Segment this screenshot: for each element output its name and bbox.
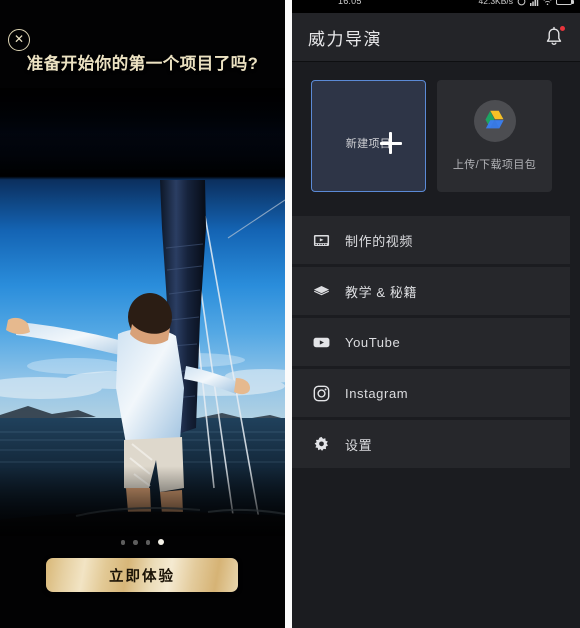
battery-icon bbox=[556, 0, 574, 5]
upload-download-card[interactable]: 上传/下载项目包 bbox=[437, 80, 552, 192]
menu-label: Instagram bbox=[345, 385, 409, 401]
menu-label: 制作的视频 bbox=[345, 233, 414, 249]
menu-item-produced-videos[interactable]: 制作的视频 bbox=[292, 216, 570, 264]
network-speed-label: 42.3KB/s bbox=[478, 0, 514, 6]
wifi-icon bbox=[543, 0, 552, 6]
panel-divider bbox=[285, 0, 292, 628]
menu-item-tutorials[interactable]: 教学 & 秘籍 bbox=[292, 267, 570, 315]
screenshot-root: ✕ 准备开始你的第一个项目了吗? 立即体验 16:05 42.3KB/s 威力导… bbox=[0, 0, 580, 628]
menu-item-youtube[interactable]: YouTube bbox=[292, 318, 570, 366]
onboarding-photo bbox=[0, 88, 285, 536]
project-cards: 新建项目 上传/下载项目包 bbox=[292, 62, 580, 192]
google-drive-icon bbox=[473, 100, 516, 142]
app-header: 威力导演 bbox=[292, 13, 580, 62]
status-indicators: 42.3KB/s bbox=[478, 0, 574, 6]
bell-icon[interactable] bbox=[544, 26, 565, 48]
status-bar: 16:05 42.3KB/s bbox=[292, 0, 580, 13]
upload-download-label: 上传/下载项目包 bbox=[452, 159, 537, 171]
try-now-button[interactable]: 立即体验 bbox=[46, 558, 238, 592]
carousel-dot[interactable] bbox=[120, 540, 126, 545]
instagram-icon bbox=[313, 385, 330, 402]
menu-item-settings[interactable]: 设置 bbox=[292, 420, 570, 468]
close-circle-icon[interactable]: ✕ bbox=[8, 29, 30, 51]
carousel-dot[interactable] bbox=[145, 540, 151, 545]
app-panel: 16:05 42.3KB/s 威力导演 新建项目 上传/下载项目包 制作的视频 … bbox=[292, 0, 580, 628]
menu-label: 设置 bbox=[345, 437, 373, 453]
carousel-dot[interactable] bbox=[133, 540, 138, 545]
gear-icon bbox=[313, 436, 330, 453]
circle-icon bbox=[517, 0, 526, 6]
menu-item-instagram[interactable]: Instagram bbox=[292, 369, 570, 417]
video-clip-icon bbox=[313, 232, 330, 249]
carousel-dot-active[interactable] bbox=[158, 539, 165, 546]
app-menu-list: 制作的视频 教学 & 秘籍 YouTube Instagram 设置 bbox=[292, 216, 580, 468]
notification-badge bbox=[560, 26, 565, 31]
onboarding-title: 准备开始你的第一个项目了吗? bbox=[26, 55, 259, 73]
new-project-card[interactable]: 新建项目 bbox=[311, 80, 426, 192]
menu-label: YouTube bbox=[345, 334, 401, 350]
app-title: 威力导演 bbox=[308, 29, 382, 49]
youtube-icon bbox=[313, 334, 330, 351]
onboarding-panel: ✕ 准备开始你的第一个项目了吗? 立即体验 bbox=[0, 0, 285, 628]
carousel-dots[interactable] bbox=[0, 539, 285, 546]
graduation-cap-icon bbox=[313, 283, 330, 300]
status-time: 16:05 bbox=[338, 0, 362, 6]
signal-icon bbox=[530, 0, 539, 6]
menu-label: 教学 & 秘籍 bbox=[345, 284, 418, 300]
